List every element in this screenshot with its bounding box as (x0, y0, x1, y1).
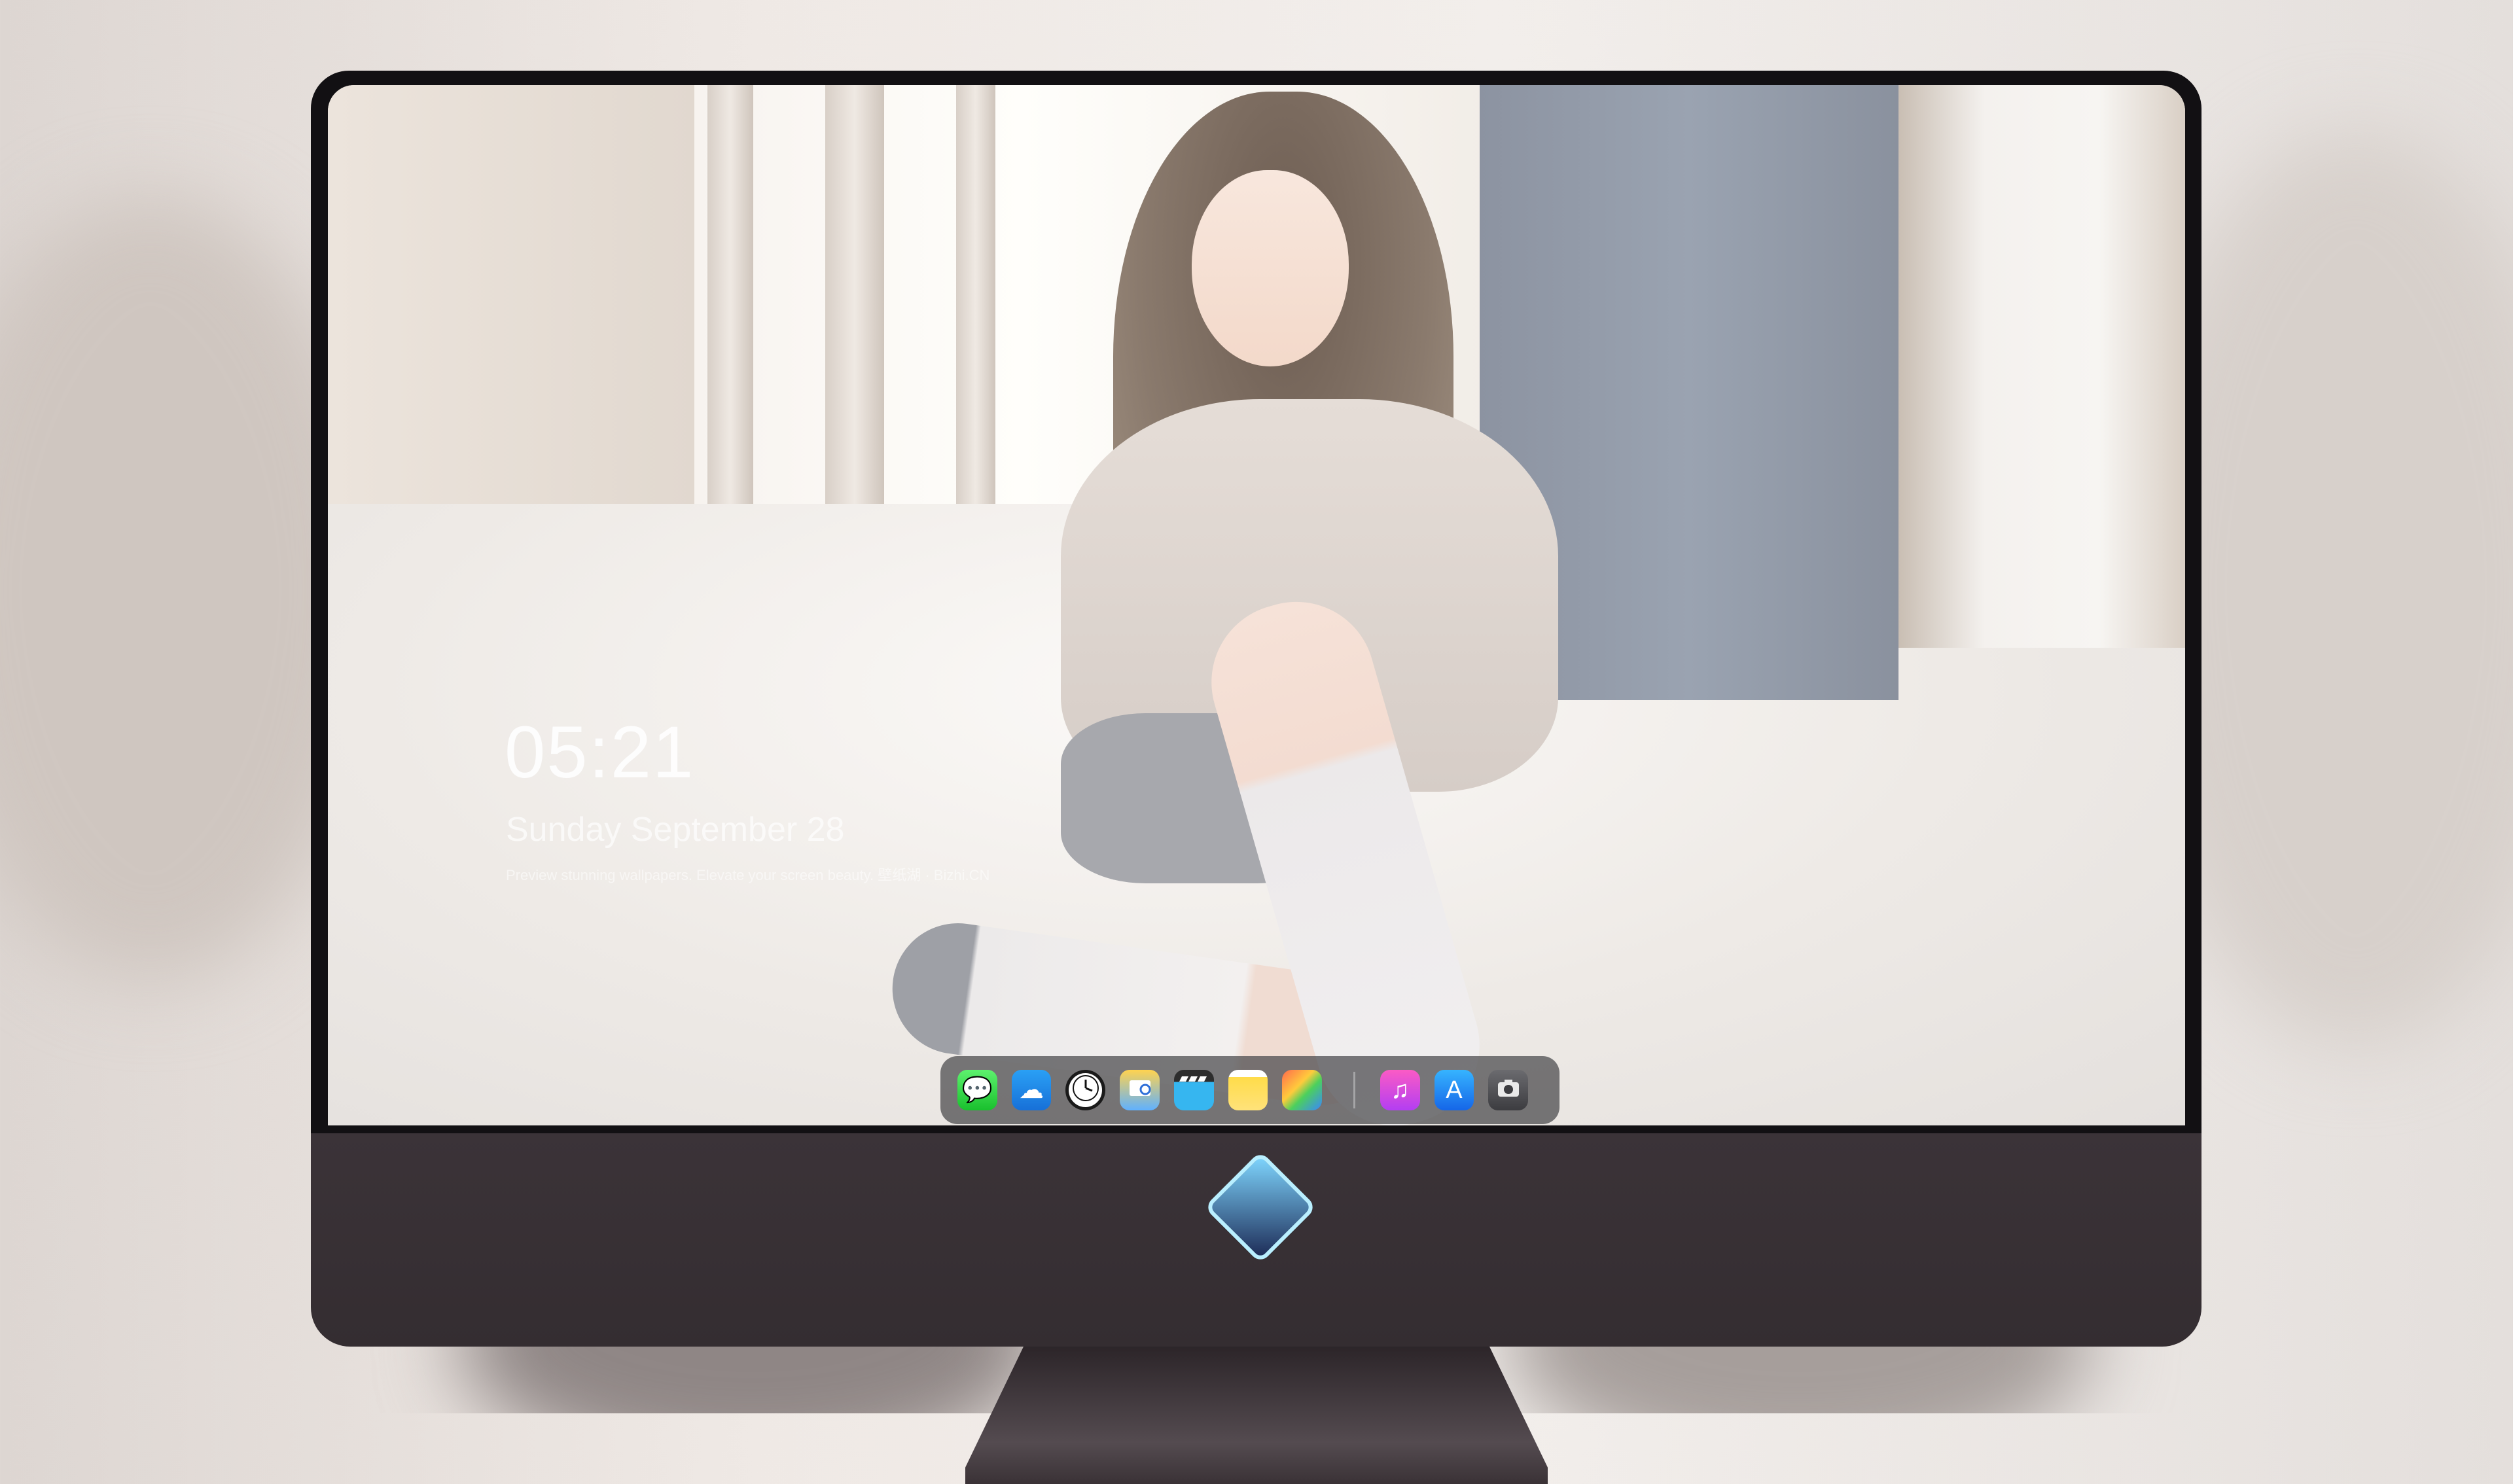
desktop-screen: 05:21 Sunday September 28 Preview stunni… (328, 85, 2185, 1125)
lockscreen-time: 05:21 (505, 711, 695, 793)
dock-app-app-store[interactable]: A (1434, 1070, 1474, 1110)
dock-app-music[interactable]: ♫ (1380, 1070, 1420, 1110)
app-store-icon: A (1446, 1076, 1463, 1104)
preview-icon (1126, 1074, 1154, 1107)
imac-monitor: 05:21 Sunday September 28 Preview stunni… (311, 71, 2201, 1484)
wallpaper-pillar (956, 85, 995, 543)
wallpaper-window-right (1898, 85, 2185, 648)
dock-app-messages[interactable]: 💬 (957, 1070, 997, 1110)
lockscreen-tagline: Preview stunning wallpapers. Elevate you… (506, 867, 990, 883)
clock-icon (1071, 1074, 1100, 1106)
lockscreen-date: Sunday September 28 (506, 811, 845, 849)
message-bubble-icon: 💬 (961, 1076, 993, 1104)
wallpaper-pillar (707, 85, 753, 543)
dock: 💬 ☁ ♫ A (940, 1056, 1559, 1124)
dock-app-notes[interactable] (1228, 1070, 1268, 1110)
wallpaper-figure-face (1192, 170, 1349, 366)
dock-app-camera[interactable] (1488, 1070, 1529, 1110)
music-note-icon: ♫ (1391, 1076, 1410, 1104)
wallpaper-wall (328, 85, 694, 504)
cloud-icon: ☁ (1019, 1076, 1044, 1104)
dock-app-clock[interactable] (1065, 1070, 1106, 1110)
camera-icon (1494, 1074, 1523, 1107)
dock-separator (1353, 1072, 1355, 1108)
dock-app-weather[interactable]: ☁ (1011, 1070, 1052, 1110)
dock-app-video[interactable] (1173, 1070, 1214, 1110)
monitor-stand (965, 1347, 1548, 1484)
dock-app-preview[interactable] (1120, 1070, 1160, 1110)
clapper-icon (1179, 1074, 1208, 1107)
wallpaper-pillar (825, 85, 884, 543)
dock-app-photos[interactable] (1282, 1070, 1323, 1110)
